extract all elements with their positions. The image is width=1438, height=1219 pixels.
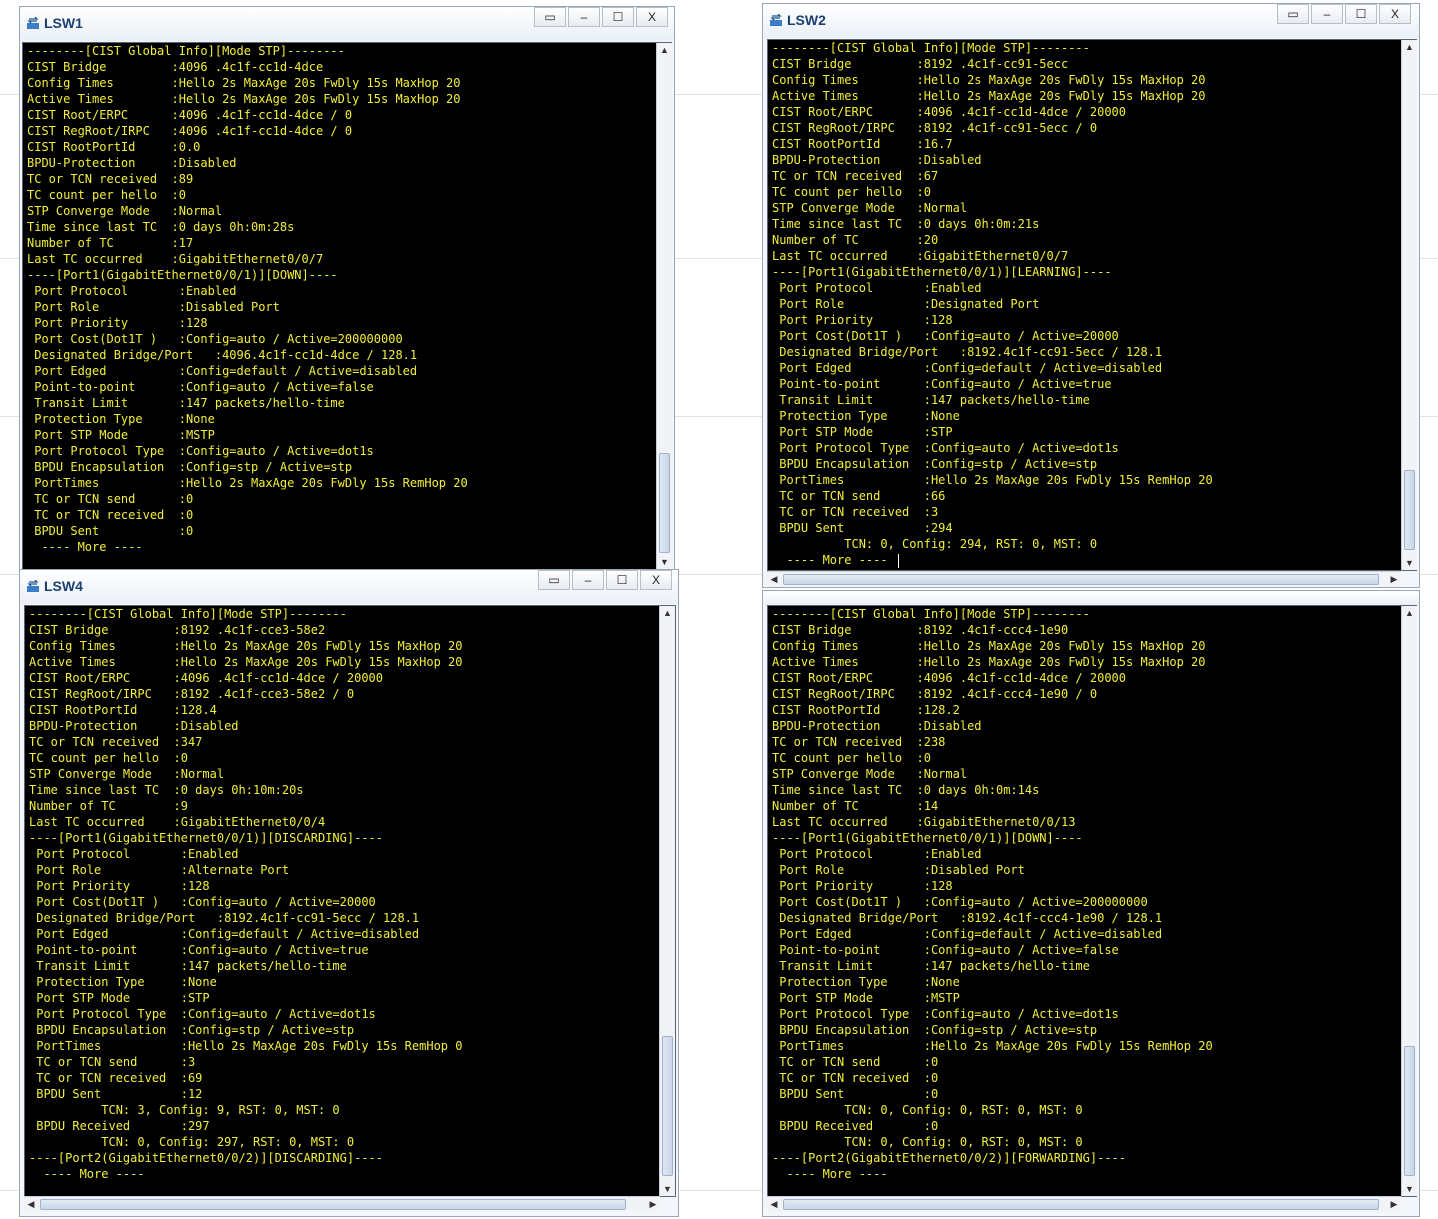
scroll-left-arrow[interactable]: ◀ [767,1197,781,1212]
scroll-up-arrow[interactable]: ▲ [657,43,672,57]
maximize-button[interactable]: ☐ [606,570,638,590]
terminal-output[interactable]: --------[CIST Global Info][Mode STP]----… [767,39,1417,571]
scroll-right-arrow[interactable]: ▶ [1387,572,1401,587]
scroll-thumb[interactable] [40,1199,626,1210]
maximize-button[interactable]: ☐ [602,7,634,27]
scroll-up-arrow[interactable]: ▲ [660,606,675,620]
vertical-scrollbar[interactable]: ▲ ▼ [656,43,672,569]
vertical-scrollbar[interactable]: ▲ ▼ [659,606,675,1196]
terminal-output[interactable]: --------[CIST Global Info][Mode STP]----… [24,605,676,1197]
restore-down-button[interactable]: ▭ [534,7,566,27]
switch-icon [27,580,39,592]
horizontal-scrollbar[interactable]: ◀ ▶ [24,1196,660,1212]
window-title: LSW1 [44,15,83,31]
scroll-down-arrow[interactable]: ▼ [1402,556,1417,570]
scroll-down-arrow[interactable]: ▼ [1402,1182,1417,1196]
close-button[interactable]: X [640,570,672,590]
terminal-output[interactable]: --------[CIST Global Info][Mode STP]----… [767,605,1417,1197]
horizontal-scrollbar[interactable]: ◀ ▶ [767,1196,1401,1212]
switch-icon [27,17,39,29]
scroll-up-arrow[interactable]: ▲ [1402,606,1417,620]
text-cursor [898,554,899,568]
scroll-down-arrow[interactable]: ▼ [660,1182,675,1196]
lsw1-window: LSW1 ▭ – ☐ X --------[CIST Global Info][… [19,6,675,572]
lsw4-window: LSW4 ▭ – ☐ X --------[CIST Global Info][… [19,569,679,1217]
window-title: LSW4 [44,578,83,594]
scroll-thumb[interactable] [1404,1046,1415,1176]
scroll-thumb[interactable] [662,1036,673,1176]
terminal-text: --------[CIST Global Info][Mode STP]----… [29,607,463,1181]
lsw2-titlebar[interactable]: LSW2 ▭ – ☐ X [763,4,1419,38]
lsw2-window: LSW2 ▭ – ☐ X --------[CIST Global Info][… [762,3,1420,588]
minimize-button[interactable]: – [568,7,600,27]
scroll-left-arrow[interactable]: ◀ [24,1197,38,1212]
terminal-text: --------[CIST Global Info][Mode STP]----… [772,607,1213,1181]
lsw1-titlebar[interactable]: LSW1 ▭ – ☐ X [20,7,674,41]
close-button[interactable]: X [1379,4,1411,24]
scroll-thumb[interactable] [783,574,1379,585]
scroll-right-arrow[interactable]: ▶ [1387,1197,1401,1212]
lsw3-window: --------[CIST Global Info][Mode STP]----… [762,590,1420,1217]
terminal-output[interactable]: --------[CIST Global Info][Mode STP]----… [22,42,672,570]
terminal-text: --------[CIST Global Info][Mode STP]----… [772,41,1213,567]
scroll-up-arrow[interactable]: ▲ [1402,40,1417,54]
minimize-button[interactable]: – [1311,4,1343,24]
close-button[interactable]: X [636,7,668,27]
vertical-scrollbar[interactable]: ▲ ▼ [1401,606,1417,1196]
window-title: LSW2 [787,12,826,28]
scroll-left-arrow[interactable]: ◀ [767,572,781,587]
switch-icon [770,14,782,26]
maximize-button[interactable]: ☐ [1345,4,1377,24]
minimize-button[interactable]: – [572,570,604,590]
horizontal-scrollbar[interactable]: ◀ ▶ [767,571,1401,587]
terminal-text: --------[CIST Global Info][Mode STP]----… [27,44,468,554]
scroll-down-arrow[interactable]: ▼ [657,555,672,569]
restore-down-button[interactable]: ▭ [538,570,570,590]
scroll-thumb[interactable] [1404,470,1415,550]
restore-down-button[interactable]: ▭ [1277,4,1309,24]
lsw3-titlebar[interactable] [763,591,1419,605]
scroll-thumb[interactable] [659,453,670,553]
lsw4-titlebar[interactable]: LSW4 ▭ – ☐ X [20,570,678,604]
scroll-right-arrow[interactable]: ▶ [646,1197,660,1212]
vertical-scrollbar[interactable]: ▲ ▼ [1401,40,1417,570]
scroll-thumb[interactable] [783,1199,1379,1210]
